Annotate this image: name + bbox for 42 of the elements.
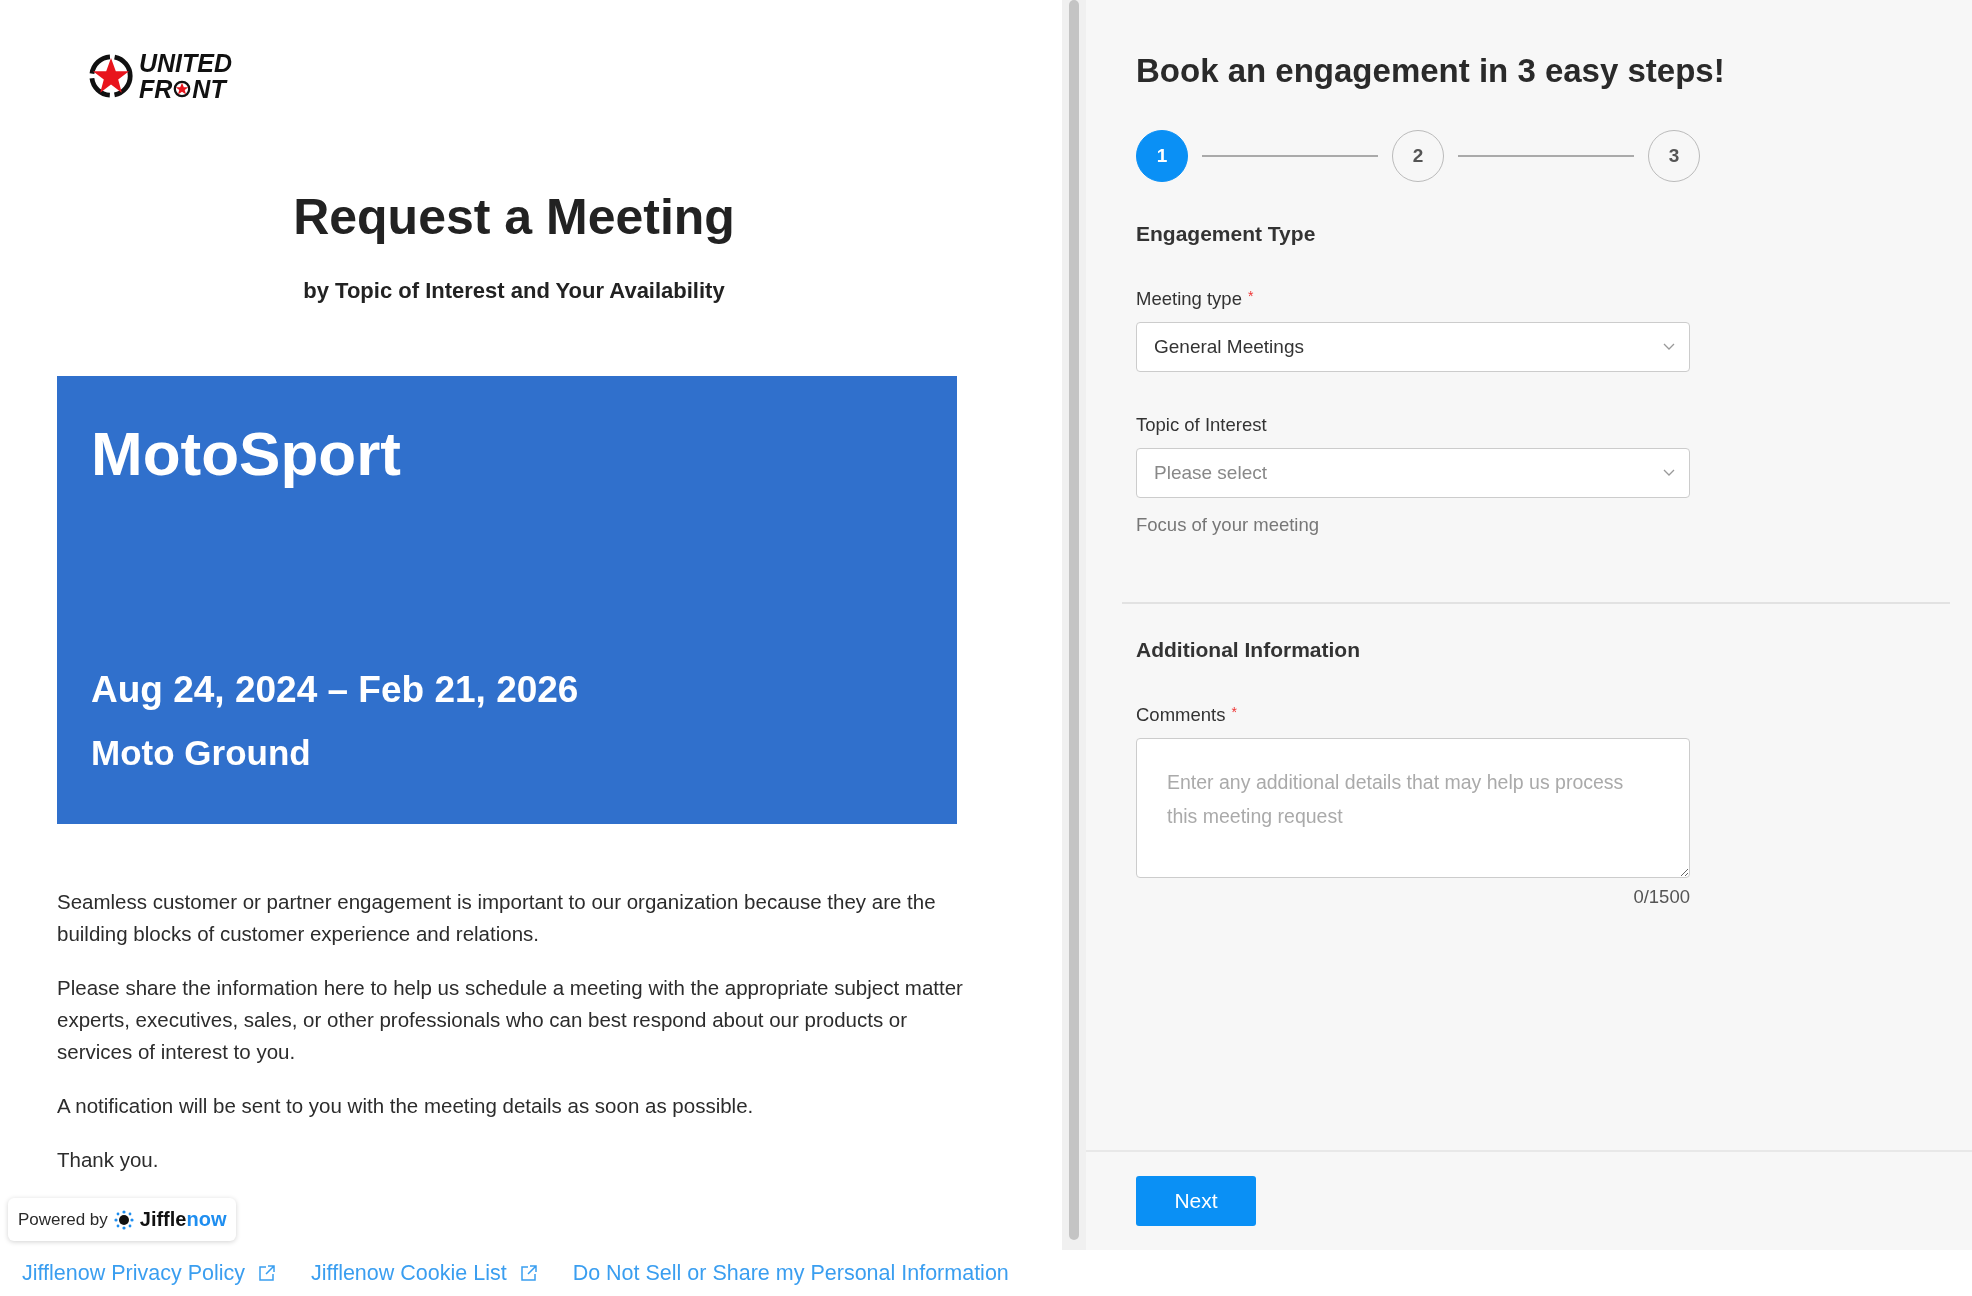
star-icon — [173, 80, 192, 98]
scrollbar-thumb[interactable] — [1069, 0, 1079, 1240]
event-dates: Aug 24, 2024 – Feb 21, 2026 — [91, 669, 579, 711]
comments-field[interactable]: Enter any additional details that may help us process this meeting request — [1136, 738, 1690, 878]
field-label: Comments — [1136, 704, 1226, 726]
form-heading: Book an engagement in 3 easy steps! — [1136, 52, 1726, 90]
brand-logo-icon — [113, 1209, 134, 1230]
description-paragraph: Seamless customer or partner engagement is important to our organization because they are the building blocks of customer experience and relations. — [57, 889, 937, 947]
footer-link[interactable]: Jifflenow Cookie List — [311, 1260, 539, 1286]
external-link-icon — [518, 1263, 539, 1283]
description-paragraph: Thank you. — [57, 1147, 160, 1173]
chevron-down-icon — [1663, 469, 1675, 477]
event-title: MotoSport — [91, 418, 401, 489]
field-label: Topic of Interest — [1136, 414, 1267, 436]
dropdown-field[interactable]: General Meetings — [1136, 322, 1690, 372]
chevron-down-icon — [1663, 343, 1675, 351]
step-indicator[interactable]: 3 — [1648, 130, 1700, 182]
help-text: Focus of your meeting — [1136, 514, 1321, 536]
logo-text: FR — [139, 76, 173, 102]
brand-name: Jifflenow — [139, 1208, 227, 1231]
logo-text: UNITED — [139, 50, 233, 76]
dropdown-field[interactable]: Please select — [1136, 448, 1690, 498]
section-title: Additional Information — [1136, 638, 1361, 662]
page-title: Request a Meeting — [292, 188, 736, 246]
logo-text: NT — [192, 76, 226, 102]
required-asterisk: * — [1247, 288, 1254, 306]
page-subtitle: by Topic of Interest and Your Availability — [302, 278, 726, 304]
footer-link[interactable]: Do Not Sell or Share my Personal Information — [572, 1260, 1009, 1286]
required-asterisk: * — [1231, 704, 1237, 722]
next-button[interactable]: Next — [1136, 1176, 1256, 1226]
powered-by-text: Powered by — [18, 1209, 108, 1230]
step-indicator[interactable]: 1 — [1136, 130, 1188, 182]
footer-link[interactable]: Jifflenow Privacy Policy — [22, 1260, 278, 1286]
description-paragraph: A notification will be sent to you with the meeting details as soon as possible. — [57, 1093, 755, 1119]
description-paragraph: Please share the information here to help us schedule a meeting with the appropriate subject matter experts, executives, sales, or other professionals who can best respond about our products or services of interest to you. — [57, 975, 964, 1065]
section-title: Engagement Type — [1136, 222, 1317, 246]
character-counter: 0/1500 — [1633, 886, 1690, 907]
star-emblem-icon — [87, 52, 135, 100]
field-label: Meeting type — [1136, 288, 1242, 310]
event-venue: Moto Ground — [91, 733, 311, 773]
external-link-icon — [257, 1263, 278, 1283]
step-indicator[interactable]: 2 — [1392, 130, 1444, 182]
